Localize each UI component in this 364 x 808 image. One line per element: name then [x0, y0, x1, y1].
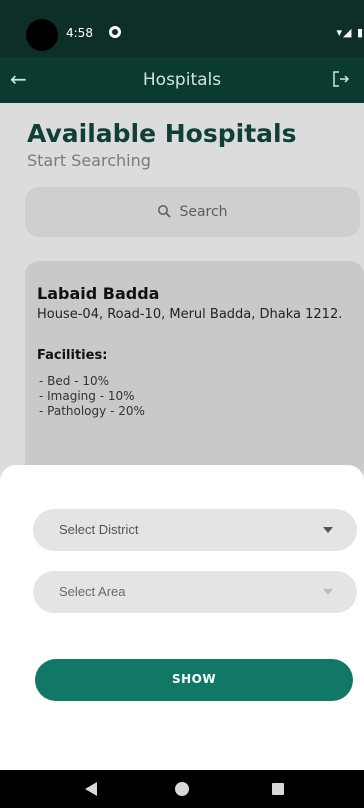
notification-icon: [109, 26, 121, 38]
show-button[interactable]: SHOW: [35, 659, 353, 701]
search-label: Search: [179, 204, 228, 220]
hospital-name: Labaid Badda: [37, 284, 160, 303]
area-dropdown[interactable]: Select Area: [33, 571, 357, 613]
page-title: Available Hospitals: [27, 119, 297, 148]
search-icon: [158, 205, 172, 218]
page-subtitle: Start Searching: [27, 151, 151, 170]
navigation-bar: [0, 770, 364, 808]
dropdown-arrow-icon: [323, 589, 333, 595]
district-dropdown[interactable]: Select District: [33, 509, 357, 551]
facilities-label: Facilities:: [37, 348, 108, 363]
list-item: - Imaging - 10%: [39, 389, 135, 403]
camera-cutout: [26, 19, 58, 51]
nav-recents-icon[interactable]: [272, 783, 284, 795]
system-status-icons: ▾◢ ▮: [336, 26, 364, 39]
hospital-card[interactable]: Labaid Badda House-04, Road-10, Merul Ba…: [25, 261, 364, 481]
logout-icon[interactable]: [332, 70, 350, 88]
hospital-address: House-04, Road-10, Merul Badda, Dhaka 12…: [37, 307, 343, 322]
area-dropdown-label: Select Area: [59, 584, 126, 599]
list-item: - Pathology - 20%: [39, 404, 145, 418]
app-bar: ← Hospitals: [0, 57, 364, 103]
nav-home-icon[interactable]: [175, 782, 189, 796]
show-button-label: SHOW: [171, 672, 217, 686]
search-row: Search: [25, 204, 360, 220]
district-dropdown-label: Select District: [59, 522, 139, 537]
search-box[interactable]: Search: [25, 187, 360, 237]
status-bar: 4:58 ▾◢ ▮: [0, 0, 364, 57]
app-bar-title: Hospitals: [142, 70, 222, 90]
facilities-list: - Bed - 10% - Imaging - 10% - Pathology …: [39, 374, 145, 419]
filter-bottom-sheet: Select District Select Area SHOW: [0, 465, 364, 770]
list-item: - Bed - 10%: [39, 374, 110, 388]
status-time: 4:58: [66, 26, 93, 40]
dropdown-arrow-icon: [323, 527, 333, 533]
nav-back-icon[interactable]: [85, 782, 97, 796]
